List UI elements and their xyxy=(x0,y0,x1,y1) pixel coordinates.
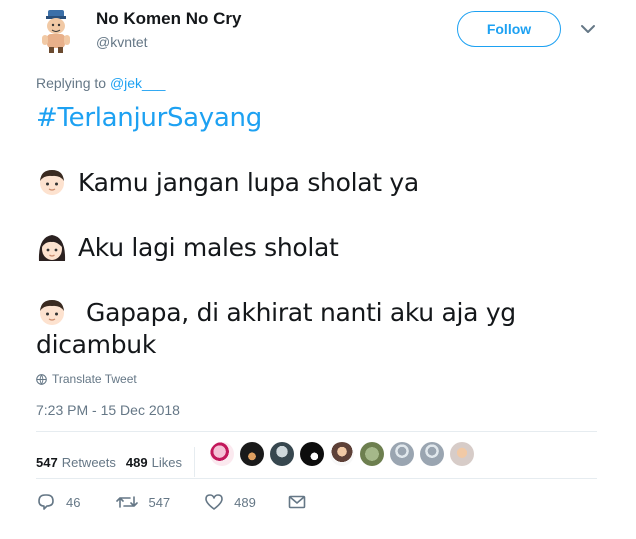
likes-label: Likes xyxy=(151,454,182,470)
reply-button[interactable]: 46 xyxy=(36,493,80,511)
divider xyxy=(36,478,597,479)
boy-emoji-icon xyxy=(40,300,64,325)
retweet-count: 547 xyxy=(148,494,171,510)
tweet-line: Gapapa, di akhirat nanti aku aja yg xyxy=(36,296,516,328)
direct-message-button[interactable] xyxy=(288,494,316,510)
replying-to: Replying to @jek___ xyxy=(36,75,165,91)
tweet-line-text: dicambuk xyxy=(36,330,157,359)
tweet-line: Aku lagi males sholat xyxy=(36,231,339,263)
tweet-line-text: Kamu jangan lupa sholat ya xyxy=(78,167,419,197)
boy-emoji-icon xyxy=(40,170,64,195)
avatar[interactable] xyxy=(360,442,384,466)
avatar[interactable] xyxy=(240,442,264,466)
retweet-button[interactable]: 547 xyxy=(116,493,170,511)
translate-label: Translate Tweet xyxy=(52,372,137,386)
avatar[interactable] xyxy=(270,442,294,466)
avatar[interactable] xyxy=(420,442,444,466)
globe-icon xyxy=(36,373,47,385)
tweet-line: Kamu jangan lupa sholat ya xyxy=(36,166,419,198)
reply-icon xyxy=(38,494,54,510)
user-handle[interactable]: @kvntet xyxy=(96,34,148,50)
likes-count: 489 xyxy=(125,454,148,470)
translate-tweet-link[interactable]: Translate Tweet xyxy=(36,372,137,386)
retweets-label: Retweets xyxy=(61,454,116,470)
tweet-timestamp[interactable]: 7:23 PM - 15 Dec 2018 xyxy=(36,402,180,418)
liker-avatars xyxy=(210,442,480,466)
tweet-line-text: Aku lagi males sholat xyxy=(78,232,339,262)
hashtag-link[interactable]: #TerlanjurSayang xyxy=(36,103,262,133)
stats-separator xyxy=(193,447,195,477)
like-button[interactable]: 489 xyxy=(204,493,256,511)
tweet-actions: 46 547 489 xyxy=(36,493,316,511)
envelope-icon xyxy=(288,495,306,509)
heart-icon xyxy=(205,494,223,510)
divider xyxy=(36,431,597,432)
woman-emoji-icon xyxy=(38,235,66,261)
like-count: 489 xyxy=(234,494,256,510)
avatar[interactable] xyxy=(330,442,354,466)
retweets-count: 547 xyxy=(36,454,58,470)
avatar[interactable] xyxy=(390,442,414,466)
retweets-stat[interactable]: 547 Retweets xyxy=(36,455,116,470)
avatar[interactable] xyxy=(210,442,234,466)
tweet-stats: 547 Retweets 489 Likes xyxy=(36,447,195,477)
chevron-down-icon[interactable] xyxy=(579,22,597,36)
reply-count: 46 xyxy=(66,494,81,510)
avatar[interactable] xyxy=(300,442,324,466)
avatar[interactable] xyxy=(450,442,474,466)
tweet-line-text: Gapapa, di akhirat nanti aku aja yg xyxy=(86,297,516,327)
user-name[interactable]: No Komen No Cry xyxy=(96,9,241,29)
reply-mention-link[interactable]: @jek___ xyxy=(110,75,165,91)
follow-button[interactable]: Follow xyxy=(457,11,561,47)
avatar[interactable] xyxy=(34,8,78,54)
replying-prefix: Replying to xyxy=(36,75,107,91)
retweet-icon xyxy=(116,496,139,508)
likes-stat[interactable]: 489 Likes xyxy=(126,455,182,470)
